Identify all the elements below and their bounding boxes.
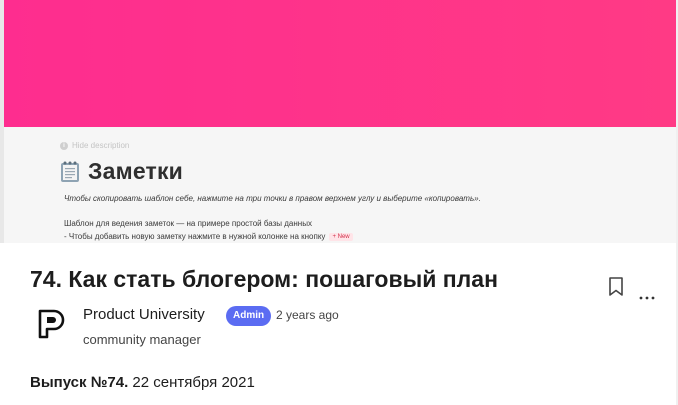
avatar[interactable]: [30, 304, 70, 344]
notes-heading: Заметки: [60, 158, 183, 185]
bookmark-icon: [609, 277, 623, 296]
post-title: 74. Как стать блогером: пошаговый план: [30, 266, 498, 292]
author-role: community manager: [83, 332, 201, 347]
post-body-first-line: Выпуск №74. 22 сентября 2021: [30, 374, 255, 391]
cover-description-line: Шаблон для ведения заметок — на примере …: [64, 219, 312, 228]
hide-description-label: Hide description: [72, 141, 130, 150]
bookmark-button[interactable]: [606, 276, 626, 298]
cover-description-text: - Чтобы добавить новую заметку нажмите в…: [64, 232, 326, 241]
info-icon: i: [60, 141, 68, 150]
cover-instruction: Чтобы скопировать шаблон себе, нажмите н…: [64, 194, 481, 203]
more-options-button[interactable]: [636, 288, 658, 302]
admin-badge: Admin: [226, 306, 272, 326]
product-university-logo: [38, 309, 65, 339]
notepad-icon: [60, 160, 80, 183]
post-timestamp: 2 years ago: [276, 308, 339, 322]
author-name[interactable]: Product University: [83, 306, 205, 323]
cover-banner: [4, 0, 678, 127]
new-tag: + New: [329, 232, 353, 241]
cover-image: i Hide description Заметки Чтобы скопиро…: [0, 0, 678, 243]
more-options-icon: [639, 296, 655, 300]
hide-description: i Hide description: [60, 141, 129, 150]
notes-title: Заметки: [88, 158, 184, 184]
post-page: i Hide description Заметки Чтобы скопиро…: [0, 0, 678, 405]
cover-description-line: - Чтобы добавить новую заметку нажмите в…: [64, 232, 353, 241]
issue-label: Выпуск №74.: [30, 374, 129, 391]
issue-date: 22 сентября 2021: [128, 374, 255, 391]
